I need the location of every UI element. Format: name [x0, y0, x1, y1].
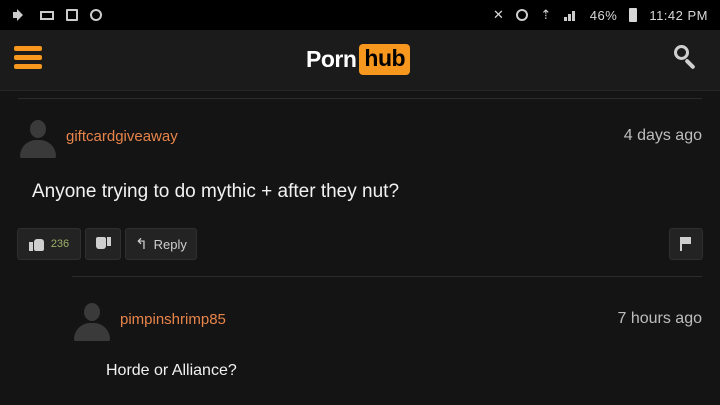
volume-icon	[12, 9, 28, 21]
like-count: 236	[50, 238, 70, 250]
comment-timestamp: 4 days ago	[623, 127, 702, 144]
comment-timestamp: 7 hours ago	[617, 310, 702, 327]
app-header: Porn hub	[0, 30, 720, 91]
avatar[interactable]	[72, 301, 112, 341]
wifi-icon: ⇡	[540, 7, 552, 22]
status-bar-right: ✕ ⇡ 46% 11:42 PM	[493, 7, 708, 23]
search-icon[interactable]	[674, 45, 696, 70]
divider	[18, 98, 702, 99]
thumbs-up-icon	[28, 237, 45, 251]
signal-icon	[563, 9, 578, 21]
logo-text-left: Porn	[306, 45, 357, 72]
reply-button[interactable]: ↰ Reply	[125, 228, 197, 260]
comment-username[interactable]: giftcardgiveaway	[66, 128, 178, 145]
battery-percent: 46%	[589, 7, 618, 23]
flag-icon	[680, 237, 692, 251]
mute-icon: ✕	[492, 7, 505, 22]
alarm-icon	[516, 9, 529, 21]
like-button[interactable]: 236	[17, 228, 81, 260]
thumbs-down-icon	[95, 237, 111, 251]
comment-text: Horde or Alliance?	[106, 362, 237, 379]
divider	[72, 276, 702, 277]
reply-label: Reply	[153, 236, 187, 252]
store-icon	[66, 9, 78, 21]
comment-username[interactable]: pimpinshrimp85	[120, 311, 226, 328]
clock: 11:42 PM	[649, 7, 708, 23]
status-bar: ✕ ⇡ 46% 11:42 PM	[0, 0, 720, 30]
reply-arrow-icon: ↰	[135, 236, 148, 253]
dislike-button[interactable]	[85, 228, 121, 260]
flag-button[interactable]	[669, 228, 703, 260]
mail-icon	[40, 10, 54, 20]
status-bar-left	[12, 9, 102, 21]
comment-text: Anyone trying to do mythic + after they …	[32, 181, 400, 202]
menu-icon[interactable]	[14, 46, 42, 70]
site-logo[interactable]: Porn hub	[306, 43, 411, 75]
gear-icon	[90, 9, 102, 21]
avatar[interactable]	[18, 118, 58, 158]
battery-icon	[629, 8, 638, 22]
logo-text-right: hub	[359, 43, 411, 75]
